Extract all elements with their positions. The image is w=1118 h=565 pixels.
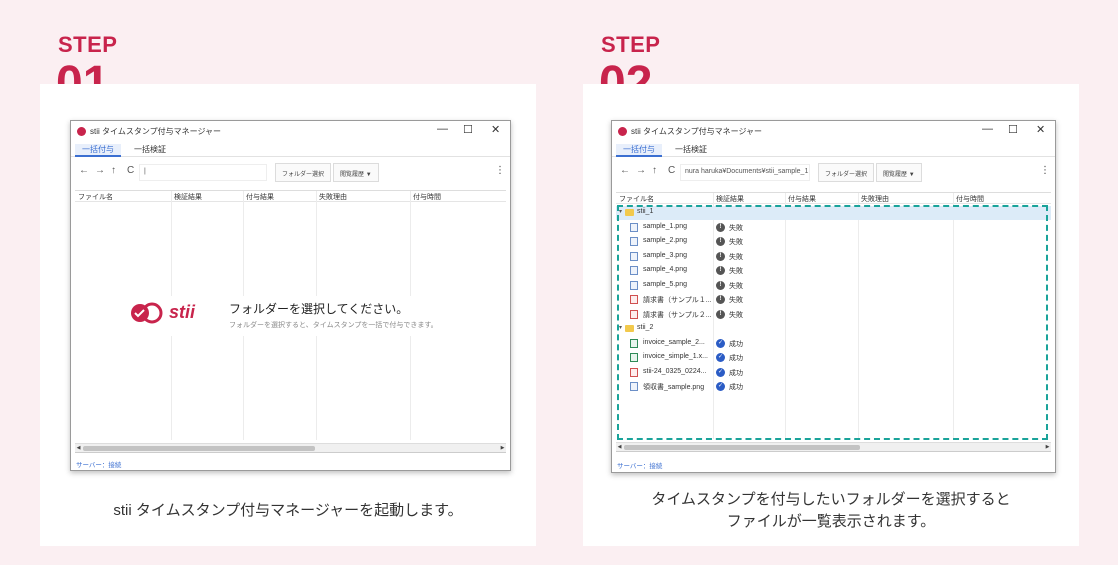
path-input[interactable]: | bbox=[139, 164, 267, 181]
col-stamp[interactable]: 付与結果 bbox=[246, 192, 274, 202]
step1-label: STEP bbox=[58, 32, 118, 57]
step2-card: stii タイムスタンプ付与マネージャー — ☐ ✕ 一括付与 一括検証 ← →… bbox=[583, 84, 1079, 546]
up-arrow-icon[interactable]: ↑ bbox=[652, 165, 657, 176]
server-status: サーバー：接続 bbox=[76, 462, 122, 469]
horizontal-scrollbar[interactable]: ◀ ▶ bbox=[616, 442, 1051, 451]
tab-bulk-verify[interactable]: 一括検証 bbox=[668, 144, 714, 157]
kebab-menu-icon[interactable]: ⋮ bbox=[495, 165, 505, 176]
empty-state-subtitle: フォルダーを選択すると、タイムスタンプを一括で付与できます。 bbox=[229, 322, 438, 329]
tab-bulk-stamp[interactable]: 一括付与 bbox=[75, 144, 121, 157]
history-dropdown[interactable]: 閲覧履歴 ▼ bbox=[333, 163, 379, 182]
col-time[interactable]: 付与時間 bbox=[956, 194, 984, 204]
step2-caption-line2: ファイルが一覧表示されます。 bbox=[726, 513, 936, 530]
close-button[interactable]: ✕ bbox=[491, 123, 500, 136]
forward-arrow-icon[interactable]: → bbox=[636, 165, 646, 176]
up-arrow-icon[interactable]: ↑ bbox=[111, 165, 116, 176]
scroll-left-icon[interactable]: ◀ bbox=[75, 444, 82, 452]
stii-logo-text: stii bbox=[169, 302, 196, 322]
step2-label: STEP bbox=[601, 32, 661, 57]
minimize-button[interactable]: — bbox=[982, 123, 993, 135]
server-status: サーバー：接続 bbox=[617, 463, 663, 470]
step1-card: stii タイムスタンプ付与マネージャー — ☐ ✕ 一括付与 一括検証 ← →… bbox=[40, 84, 536, 546]
scroll-thumb[interactable] bbox=[624, 445, 860, 450]
app-logo-icon bbox=[77, 127, 86, 136]
forward-arrow-icon[interactable]: → bbox=[95, 165, 105, 176]
horizontal-scrollbar[interactable]: ◀ ▶ bbox=[75, 443, 506, 452]
empty-state: stii フォルダーを選択してください。 フォルダーを選択すると、タイムスタンプ… bbox=[129, 296, 469, 336]
col-filename[interactable]: ファイル名 bbox=[619, 194, 654, 204]
scroll-left-icon[interactable]: ◀ bbox=[616, 443, 623, 451]
col-verify[interactable]: 検証結果 bbox=[716, 194, 744, 204]
scroll-right-icon[interactable]: ▶ bbox=[1044, 443, 1051, 451]
title-bar: stii タイムスタンプ付与マネージャー — ☐ ✕ bbox=[71, 121, 510, 141]
chevron-down-icon: ▼ bbox=[908, 172, 915, 178]
selection-dashed-outline bbox=[617, 205, 1048, 440]
empty-state-title: フォルダーを選択してください。 bbox=[229, 302, 409, 316]
tab-bulk-stamp[interactable]: 一括付与 bbox=[616, 144, 662, 157]
back-arrow-icon[interactable]: ← bbox=[79, 165, 89, 176]
path-input[interactable]: nura haruka¥Documents¥stii_sample_1 bbox=[680, 164, 810, 181]
col-time[interactable]: 付与時間 bbox=[413, 192, 441, 202]
toolbar: ← → ↑ C nura haruka¥Documents¥stii_sampl… bbox=[612, 161, 1055, 185]
history-label: 閲覧履歴 bbox=[883, 172, 908, 178]
tab-bar: 一括付与 一括検証 bbox=[612, 141, 1055, 157]
tab-bulk-verify[interactable]: 一括検証 bbox=[127, 144, 173, 157]
step1-caption: stii タイムスタンプ付与マネージャーを起動します。 bbox=[113, 502, 463, 519]
app-logo-icon bbox=[618, 127, 627, 136]
step1-app-window: stii タイムスタンプ付与マネージャー — ☐ ✕ 一括付与 一括検証 ← →… bbox=[70, 120, 511, 471]
window-title: stii タイムスタンプ付与マネージャー bbox=[631, 127, 763, 136]
minimize-button[interactable]: — bbox=[437, 123, 448, 135]
history-dropdown[interactable]: 閲覧履歴 ▼ bbox=[876, 163, 922, 182]
file-table: ファイル名 検証結果 付与結果 失敗理由 付与時間 ▾ stii_1 sample_… bbox=[616, 192, 1051, 452]
toolbar: ← → ↑ C | フォルダー選択 閲覧履歴 ▼ ⋮ bbox=[71, 161, 510, 185]
table-header: ファイル名 検証結果 付与結果 失敗理由 付与時間 bbox=[616, 193, 1051, 204]
refresh-icon[interactable]: C bbox=[668, 165, 675, 176]
back-arrow-icon[interactable]: ← bbox=[620, 165, 630, 176]
file-table: ファイル名 検証結果 付与結果 失敗理由 付与時間 ◀ ▶ stii フォルダー… bbox=[75, 190, 506, 453]
col-reason[interactable]: 失敗理由 bbox=[319, 192, 347, 202]
tab-bar: 一括付与 一括検証 bbox=[71, 141, 510, 157]
scroll-thumb[interactable] bbox=[83, 446, 315, 451]
col-filename[interactable]: ファイル名 bbox=[78, 192, 113, 202]
history-label: 閲覧履歴 bbox=[340, 172, 365, 178]
chevron-down-icon: ▼ bbox=[365, 172, 372, 178]
window-title: stii タイムスタンプ付与マネージャー bbox=[90, 127, 222, 136]
step2-caption-line1: タイムスタンプを付与したいフォルダーを選択すると bbox=[651, 491, 1011, 508]
col-verify[interactable]: 検証結果 bbox=[174, 192, 202, 202]
maximize-button[interactable]: ☐ bbox=[463, 123, 473, 136]
step2-app-window: stii タイムスタンプ付与マネージャー — ☐ ✕ 一括付与 一括検証 ← →… bbox=[611, 120, 1056, 473]
select-folder-button[interactable]: フォルダー選択 bbox=[818, 163, 875, 182]
refresh-icon[interactable]: C bbox=[127, 165, 134, 176]
kebab-menu-icon[interactable]: ⋮ bbox=[1040, 165, 1050, 176]
scroll-right-icon[interactable]: ▶ bbox=[499, 444, 506, 452]
col-stamp[interactable]: 付与結果 bbox=[788, 194, 816, 204]
title-bar: stii タイムスタンプ付与マネージャー — ☐ ✕ bbox=[612, 121, 1055, 141]
maximize-button[interactable]: ☐ bbox=[1008, 123, 1018, 136]
table-header: ファイル名 検証結果 付与結果 失敗理由 付与時間 bbox=[75, 191, 506, 202]
close-button[interactable]: ✕ bbox=[1036, 123, 1045, 136]
col-reason[interactable]: 失敗理由 bbox=[861, 194, 889, 204]
select-folder-button[interactable]: フォルダー選択 bbox=[275, 163, 332, 182]
